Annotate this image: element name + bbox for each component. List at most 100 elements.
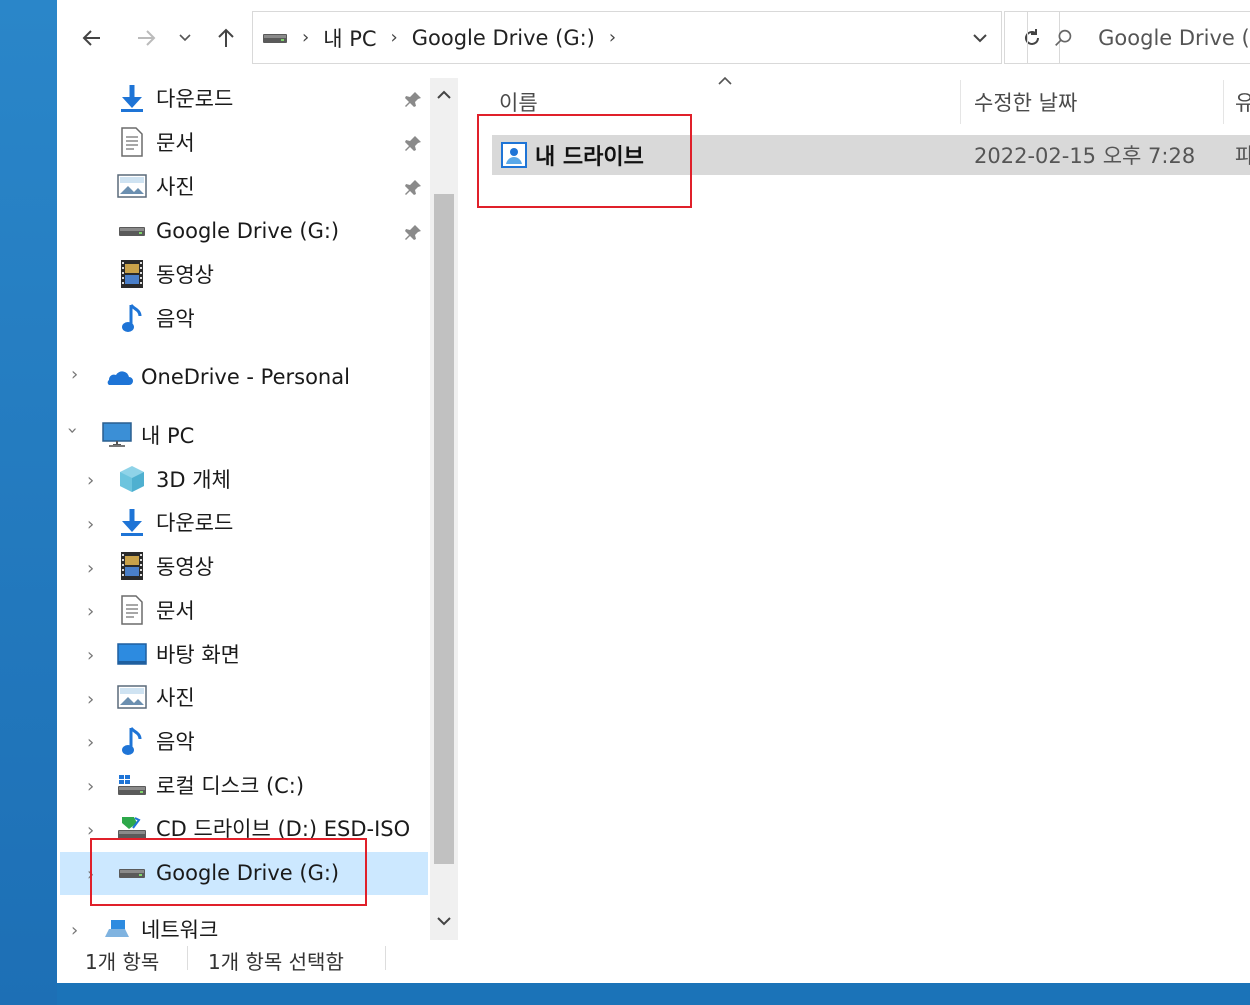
nav-quick-download[interactable]: 다운로드 [116, 78, 233, 118]
file-type-cell: 파 [1235, 144, 1250, 168]
nav-pc-local-disk[interactable]: 로컬 디스크 (C:) [116, 765, 304, 805]
column-divider[interactable] [1223, 80, 1224, 124]
nav-quick-google-drive[interactable]: Google Drive (G:) [116, 211, 339, 251]
desktop-icon [116, 638, 148, 670]
onedrive-cloud-icon [101, 361, 133, 393]
nav-this-pc[interactable]: 내 PC [101, 415, 194, 455]
arrow-up-icon [218, 28, 234, 47]
arrow-left-icon [82, 30, 100, 46]
highlight-box-google-drive [90, 838, 367, 906]
expand-chevron[interactable]: › [87, 732, 94, 753]
status-divider [187, 946, 188, 970]
pictures-icon [116, 170, 148, 202]
nav-label: 다운로드 [156, 511, 234, 535]
file-modified-cell: 2022-02-15 오후 7:28 [974, 144, 1196, 168]
navigation-toolbar: › 내 PC › Google Drive (G:) › Google Driv… [57, 0, 1250, 78]
status-selected-count: 1개 항목 선택함 [208, 950, 344, 974]
nav-pc-desktop[interactable]: 바탕 화면 [116, 634, 240, 674]
3d-objects-icon [116, 463, 148, 495]
address-bar[interactable]: › 내 PC › Google Drive (G:) › [252, 11, 1002, 64]
nav-label: 음악 [156, 730, 195, 754]
nav-label: 다운로드 [156, 87, 234, 111]
expand-chevron[interactable]: › [87, 689, 94, 710]
status-item-count: 1개 항목 [85, 950, 160, 974]
nav-label: 사진 [156, 175, 195, 199]
nav-quick-videos[interactable]: 동영상 [116, 254, 214, 294]
navigation-scrollbar[interactable] [430, 78, 458, 940]
scrollbar-thumb[interactable] [434, 194, 454, 864]
collapse-chevron[interactable]: › [62, 427, 83, 434]
nav-label: 동영상 [156, 555, 214, 579]
status-bar: 1개 항목 1개 항목 선택함 [57, 940, 1250, 983]
drive-icon [262, 31, 288, 45]
back-button[interactable] [75, 20, 109, 56]
pin-icon[interactable] [403, 223, 423, 243]
taskbar-edge [57, 983, 1250, 1005]
nav-pc-videos[interactable]: 동영상 [116, 546, 214, 586]
nav-label: 네트워크 [141, 918, 219, 940]
address-dropdown-button[interactable] [971, 29, 989, 47]
network-icon [101, 913, 133, 940]
search-input[interactable]: Google Drive (G [1027, 11, 1250, 64]
breadcrumb-separator[interactable]: › [302, 27, 309, 48]
expand-chevron[interactable]: › [87, 645, 94, 666]
scroll-down-arrow-icon[interactable] [437, 916, 451, 926]
music-note-icon [116, 302, 148, 334]
drive-icon [116, 215, 148, 247]
nav-pc-pictures[interactable]: 사진 [116, 677, 195, 717]
expand-chevron[interactable]: › [87, 776, 94, 797]
forward-button[interactable] [129, 20, 163, 56]
nav-label: 로컬 디스크 (C:) [156, 774, 305, 798]
nav-quick-pictures[interactable]: 사진 [116, 166, 195, 206]
download-arrow-icon [116, 506, 148, 538]
nav-network[interactable]: 네트워크 [101, 909, 218, 940]
breadcrumb-separator[interactable]: › [609, 27, 616, 48]
nav-onedrive[interactable]: OneDrive - Personal [101, 357, 350, 397]
column-header-type[interactable]: 유 [1235, 80, 1250, 124]
nav-quick-music[interactable]: 음악 [116, 298, 195, 338]
nav-label: Google Drive (G:) [156, 219, 340, 243]
scroll-up-arrow-icon[interactable] [437, 90, 451, 100]
video-icon [116, 258, 148, 290]
computer-icon [101, 419, 133, 451]
nav-label: 바탕 화면 [156, 643, 240, 667]
expand-chevron[interactable]: › [71, 364, 78, 385]
column-divider[interactable] [960, 80, 961, 124]
breadcrumb-separator[interactable]: › [391, 27, 398, 48]
download-arrow-icon [116, 82, 148, 114]
expand-chevron[interactable]: › [71, 920, 78, 940]
search-placeholder-text: Google Drive (G [1098, 25, 1250, 50]
pin-icon[interactable] [403, 178, 423, 198]
expand-chevron[interactable]: › [87, 514, 94, 535]
nav-label: 문서 [156, 599, 195, 623]
document-icon [116, 126, 148, 158]
nav-label: 내 PC [141, 424, 195, 448]
expand-chevron[interactable]: › [87, 470, 94, 491]
column-header-modified[interactable]: 수정한 날짜 [974, 80, 1077, 124]
nav-label: 문서 [156, 131, 195, 155]
nav-pc-documents[interactable]: 문서 [116, 590, 195, 630]
local-disk-icon [116, 769, 148, 801]
up-button[interactable] [209, 20, 243, 56]
expand-chevron[interactable]: › [87, 558, 94, 579]
pin-icon[interactable] [403, 134, 423, 154]
expand-chevron[interactable]: › [87, 601, 94, 622]
video-icon [116, 550, 148, 582]
nav-label: 3D 개체 [156, 468, 231, 492]
navigation-pane: 다운로드 문서 사진 Google Drive (G:) 동영상 음악 › On… [57, 78, 457, 940]
document-icon [116, 594, 148, 626]
nav-quick-documents[interactable]: 문서 [116, 122, 195, 162]
nav-pc-3d-objects[interactable]: 3D 개체 [116, 459, 231, 499]
pin-icon[interactable] [403, 90, 423, 110]
breadcrumb-this-pc[interactable]: 내 PC [323, 23, 376, 53]
nav-label: 음악 [156, 307, 195, 331]
nav-pc-download[interactable]: 다운로드 [116, 502, 233, 542]
file-explorer-window: › 내 PC › Google Drive (G:) › Google Driv… [57, 0, 1250, 983]
arrow-right-icon [138, 30, 156, 46]
pictures-icon [116, 681, 148, 713]
recent-locations-button[interactable] [173, 20, 197, 56]
breadcrumb-google-drive[interactable]: Google Drive (G:) [412, 26, 595, 50]
nav-pc-music[interactable]: 음악 [116, 721, 195, 761]
nav-label: OneDrive - Personal [141, 365, 350, 389]
nav-label: 동영상 [156, 263, 214, 287]
